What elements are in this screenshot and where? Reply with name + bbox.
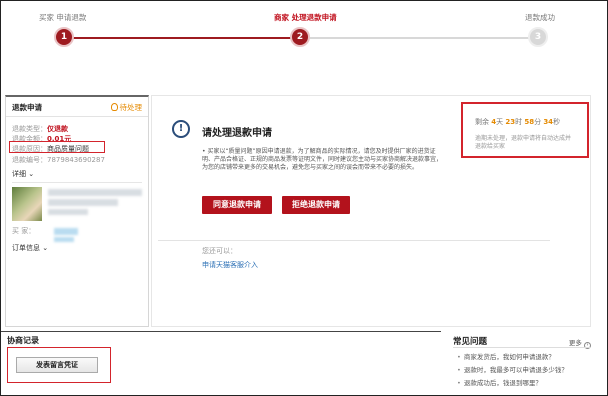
refund-number-label: 退款编号： bbox=[12, 156, 47, 164]
order-info-label: 订单信息 bbox=[12, 244, 40, 252]
refund-number-row: 退款编号：7879843690287 bbox=[12, 155, 105, 165]
countdown-minutes-unit: 分 bbox=[534, 118, 542, 126]
faq-panel: 常见问题 更多 › 商家发货后，我如何申请退款？ 退款时，我最多可以申请退多少钱… bbox=[447, 333, 597, 395]
faq-item[interactable]: 商家发货后，我如何申请退款？ bbox=[457, 351, 555, 361]
status-text: 待处理 bbox=[119, 103, 143, 112]
reason-highlight-box bbox=[9, 141, 105, 153]
refund-info-title: 退款申请 bbox=[12, 103, 42, 112]
countdown-hours-unit: 时 bbox=[515, 118, 523, 126]
step-3-dot: 3 bbox=[528, 27, 548, 47]
product-name-redacted bbox=[48, 189, 142, 196]
countdown-prefix: 剩余 bbox=[475, 118, 489, 126]
faq-item[interactable]: 退款时，我最多可以申请退多少钱？ bbox=[457, 364, 568, 374]
countdown-days-unit: 天 bbox=[496, 118, 504, 126]
step-2-dot: 2 bbox=[290, 27, 310, 47]
step-1-dot: 1 bbox=[54, 27, 74, 47]
countdown-hours: 23 bbox=[505, 118, 516, 126]
refund-type-row: 退款类型：仅退款 bbox=[12, 124, 68, 134]
divider bbox=[1, 331, 441, 332]
step-2-label: 商家 处理退款申请 bbox=[274, 13, 337, 22]
agree-refund-button[interactable]: 同意退款申请 bbox=[202, 196, 272, 214]
buyer-label: 买 家： bbox=[12, 227, 36, 235]
chevron-down-icon: ⌄ bbox=[28, 170, 35, 178]
product-name-redacted bbox=[48, 199, 118, 206]
chevron-down-icon: ⌄ bbox=[42, 244, 49, 252]
faq-title: 常见问题 bbox=[453, 337, 488, 347]
refund-type-value: 仅退款 bbox=[47, 125, 68, 133]
order-info-toggle[interactable]: 订单信息 ⌄ bbox=[12, 243, 48, 253]
lightbulb-icon bbox=[110, 103, 118, 111]
refund-info-panel: 退款申请 待处理 退款类型：仅退款 退款金额：0.01元 退款原因：商品质量问题… bbox=[5, 95, 149, 327]
refund-type-label: 退款类型： bbox=[12, 125, 47, 133]
options-label: 您还可以： bbox=[202, 247, 237, 255]
divider bbox=[12, 182, 142, 183]
page-title: 请处理退款申请 bbox=[202, 128, 272, 139]
refund-number-value: 7879843690287 bbox=[47, 156, 105, 164]
countdown-seconds: 34 bbox=[543, 118, 554, 126]
divider bbox=[453, 347, 591, 348]
refund-info-header: 退款申请 待处理 bbox=[6, 97, 148, 117]
negotiation-title: 协商记录 bbox=[7, 336, 39, 345]
countdown-minutes: 58 bbox=[524, 118, 535, 126]
product-thumbnail[interactable] bbox=[12, 187, 42, 221]
step-1-label: 买家 申请退款 bbox=[39, 13, 87, 22]
countdown-seconds-unit: 秒 bbox=[553, 118, 561, 126]
refund-instructions: • 买家以“质量问题”原因申请退款，为了解商品的实际情况，请您及时提供厂家的进货… bbox=[202, 148, 443, 171]
refund-progress: 买家 申请退款 商家 处理退款申请 退款成功 1 2 3 bbox=[1, 1, 607, 63]
post-message-button[interactable]: 发表留言凭证 bbox=[16, 357, 98, 373]
exclamation-icon: ! bbox=[172, 120, 190, 138]
progress-track-todo bbox=[303, 37, 533, 39]
buyer-name-redacted[interactable] bbox=[54, 228, 78, 235]
detail-label: 详细 bbox=[12, 170, 26, 178]
countdown-note: 逾期未处理，退款申请将自动达成并退款给买家 bbox=[475, 135, 572, 150]
request-intervention-link[interactable]: 申请天猫客服介入 bbox=[202, 260, 258, 270]
status-badge: 待处理 bbox=[110, 102, 143, 113]
message-button-highlight: 发表留言凭证 bbox=[7, 347, 111, 383]
buyer-row: 买 家： bbox=[12, 226, 35, 236]
faq-item[interactable]: 退款成功后，钱退到哪里？ bbox=[457, 377, 542, 387]
countdown-timer: 剩余 4天 23时 58分 34秒 bbox=[475, 117, 560, 127]
reject-refund-button[interactable]: 拒绝退款申请 bbox=[282, 196, 350, 214]
step-3-label: 退款成功 bbox=[525, 13, 555, 22]
detail-toggle[interactable]: 详细 ⌄ bbox=[12, 169, 34, 179]
faq-more-label: 更多 bbox=[568, 339, 582, 347]
buyer-id-redacted bbox=[54, 237, 74, 242]
countdown-box: 剩余 4天 23时 58分 34秒 逾期未处理，退款申请将自动达成并退款给买家 bbox=[461, 102, 589, 158]
divider bbox=[158, 240, 550, 241]
progress-track-done bbox=[63, 37, 303, 39]
refund-instructions-text: 买家以“质量问题”原因申请退款，为了解商品的实际情况，请您及时提供厂家的进货证明… bbox=[202, 148, 443, 171]
product-spec-redacted bbox=[48, 209, 88, 215]
